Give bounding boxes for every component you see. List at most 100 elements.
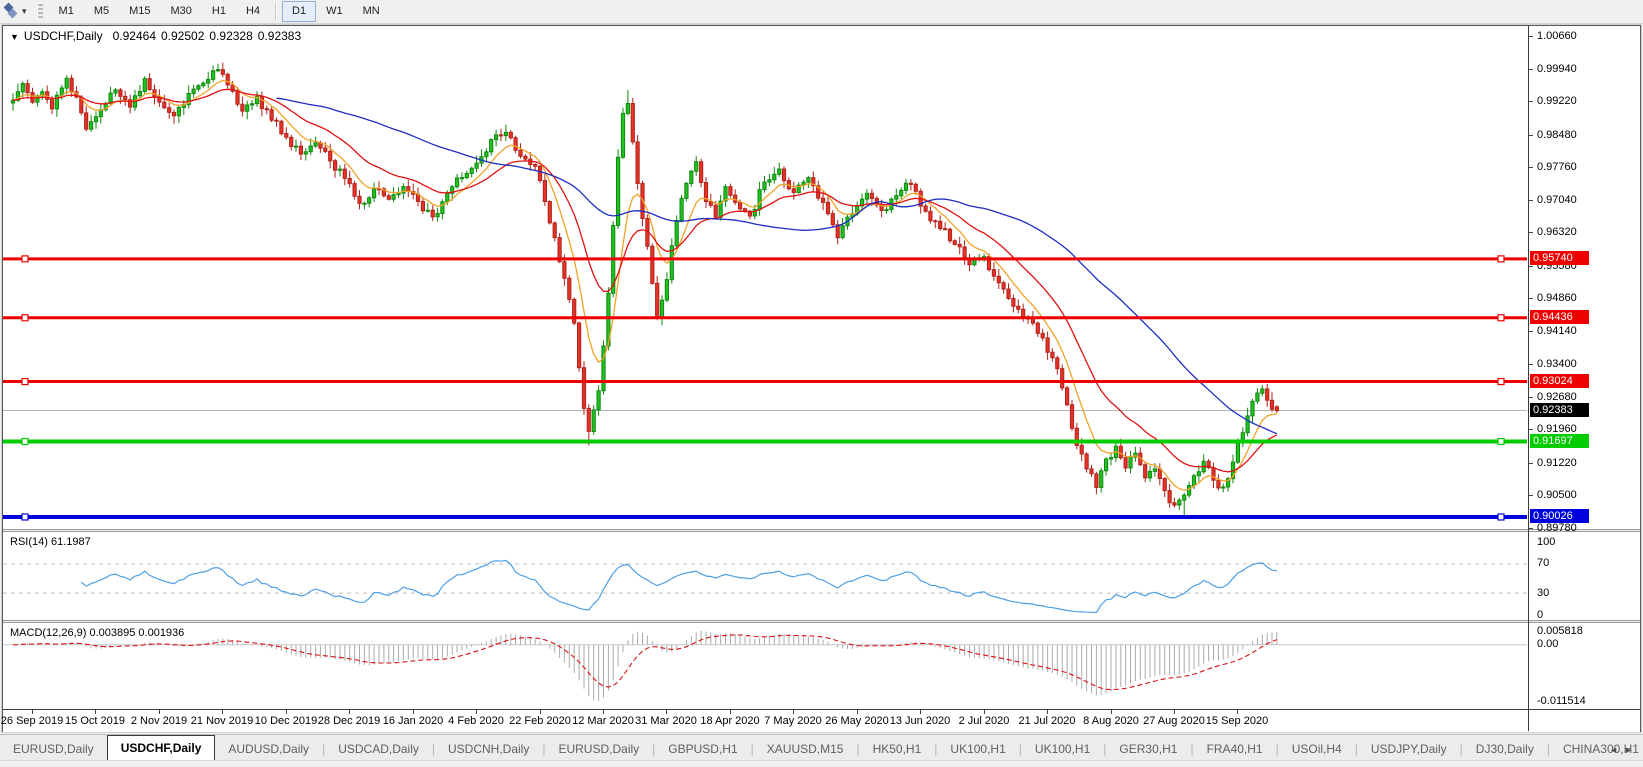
hline-0.95740[interactable]: [3, 256, 1527, 262]
timeframe-button-m5[interactable]: M5: [84, 1, 119, 22]
date-label: 21 Nov 2019: [191, 715, 253, 727]
price-tick-mark: [1529, 331, 1533, 332]
hline-0.91697[interactable]: [3, 439, 1527, 445]
date-label: 7 May 2020: [764, 715, 821, 727]
chart-tab-fra40-h1[interactable]: FRA40,H1: [1194, 737, 1276, 761]
hline-0.90026[interactable]: [3, 514, 1527, 520]
date-label: 31 Mar 2020: [635, 715, 697, 727]
tab-scroll-right-icon[interactable]: ►: [1624, 745, 1639, 755]
timeframe-button-h1[interactable]: H1: [202, 1, 236, 22]
collapse-icon[interactable]: ▼: [10, 32, 19, 42]
date-label: 12 Mar 2020: [572, 715, 634, 727]
chart-tab-usdchf-daily[interactable]: USDCHF,Daily: [107, 735, 216, 761]
macd-axis-label-top: 0.005818: [1537, 625, 1583, 637]
macd-axis-label-zero: 0.00: [1537, 638, 1558, 650]
price-tick-label: 0.99940: [1537, 63, 1577, 75]
tab-scroll-arrows[interactable]: ◄►: [1609, 745, 1639, 755]
chart-tab-eurusd-daily[interactable]: EURUSD,Daily: [545, 737, 652, 761]
toolbar-grip[interactable]: [37, 4, 43, 20]
date-tick-mark: [666, 710, 667, 714]
chart-tabbar: EURUSD,DailyUSDCHF,DailyAUDUSD,Daily|USD…: [0, 734, 1643, 761]
price-tick-mark: [1529, 101, 1533, 102]
date-tick-mark: [413, 710, 414, 714]
hline-anchor[interactable]: [22, 439, 28, 445]
timeframe-button-mn[interactable]: MN: [353, 1, 390, 22]
macd-chart-canvas[interactable]: [3, 623, 1527, 709]
price-tick-label: 0.90500: [1537, 489, 1577, 501]
hline-anchor[interactable]: [1498, 379, 1504, 385]
hline-anchor[interactable]: [22, 256, 28, 262]
rsi-pane: RSI(14) 61.1987: [3, 532, 1640, 620]
chart-tab-uk100-h1[interactable]: UK100,H1: [937, 737, 1018, 761]
hline-anchor[interactable]: [1498, 514, 1504, 520]
toolbar-dropdown-icon[interactable]: ▾: [22, 6, 27, 17]
date-tick-mark: [32, 710, 33, 714]
hline-anchor[interactable]: [1498, 439, 1504, 445]
macd-pane: MACD(12,26,9) 0.003895 0.001936: [3, 623, 1640, 709]
price-pane: ▼USDCHF,Daily0.924640.925020.923280.9238…: [3, 26, 1640, 529]
date-label: 22 Feb 2020: [509, 715, 571, 727]
date-tick-mark: [222, 710, 223, 714]
price-tick-mark: [1529, 266, 1533, 267]
time-axis[interactable]: 26 Sep 201915 Oct 20192 Nov 201921 Nov 2…: [3, 709, 1640, 732]
price-tag-0.91697: 0.91697: [1530, 434, 1589, 448]
price-chart-canvas[interactable]: [3, 26, 1527, 529]
ma-fast-line: [13, 81, 1277, 491]
hline-anchor[interactable]: [1498, 256, 1504, 262]
price-tick-label: 0.93400: [1537, 358, 1577, 370]
timeframe-button-w1[interactable]: W1: [316, 1, 353, 22]
toolbar-separator: [275, 3, 277, 20]
tab-scroll-left-icon[interactable]: ◄: [1609, 745, 1624, 755]
date-tick-mark: [857, 710, 858, 714]
chart-tab-audusd-daily[interactable]: AUDUSD,Daily: [215, 737, 322, 761]
chart-tab-usoil-h4[interactable]: USOil,H4: [1279, 737, 1355, 761]
bull-wicks: [13, 64, 1262, 519]
rsi-chart-canvas[interactable]: [3, 532, 1527, 620]
hline-0.93024[interactable]: [3, 379, 1527, 385]
periods-icon[interactable]: [3, 4, 21, 20]
status-bar: [0, 760, 1643, 767]
hline-anchor[interactable]: [22, 514, 28, 520]
date-label: 2 Jul 2020: [959, 715, 1010, 727]
date-tick-mark: [286, 710, 287, 714]
timeframe-button-d1[interactable]: D1: [282, 1, 316, 22]
chart-tab-dj30-daily[interactable]: DJ30,Daily: [1463, 737, 1547, 761]
price-tag-0.93024: 0.93024: [1530, 374, 1589, 388]
price-axis[interactable]: 1.006600.999400.992200.984800.977600.970…: [1528, 26, 1640, 731]
price-tick-label: 0.89780: [1537, 522, 1577, 534]
chart-tab-usdjpy-daily[interactable]: USDJPY,Daily: [1358, 737, 1460, 761]
chart-tab-eurusd-daily[interactable]: EURUSD,Daily: [0, 737, 107, 761]
chart-tab-xauusd-m15[interactable]: XAUUSD,M15: [754, 737, 857, 761]
date-tick-mark: [159, 710, 160, 714]
chart-tab-usdcnh-daily[interactable]: USDCNH,Daily: [435, 737, 542, 761]
chart-tab-gbpusd-h1[interactable]: GBPUSD,H1: [655, 737, 750, 761]
current-price-tag: 0.92383: [1530, 403, 1589, 417]
date-label: 18 Apr 2020: [700, 715, 759, 727]
date-tick-mark: [730, 710, 731, 714]
date-tick-mark: [1237, 710, 1238, 714]
timeframe-button-m1[interactable]: M1: [49, 1, 84, 22]
hline-anchor[interactable]: [1498, 315, 1504, 321]
hline-anchor[interactable]: [22, 379, 28, 385]
timeframe-button-m30[interactable]: M30: [161, 1, 202, 22]
price-tick-mark: [1529, 167, 1533, 168]
timeframe-button-m15[interactable]: M15: [119, 1, 160, 22]
price-tag-0.90026: 0.90026: [1530, 509, 1589, 523]
chart-tab-ger30-h1[interactable]: GER30,H1: [1106, 737, 1190, 761]
price-tick-label: 0.97760: [1537, 161, 1577, 173]
chart-tab-uk100-h1[interactable]: UK100,H1: [1022, 737, 1103, 761]
chart-tab-usdcad-daily[interactable]: USDCAD,Daily: [325, 737, 432, 761]
chart-title: ▼USDCHF,Daily0.924640.925020.923280.9238…: [10, 29, 306, 43]
date-tick-mark: [1047, 710, 1048, 714]
date-label: 27 Aug 2020: [1143, 715, 1205, 727]
hline-anchor[interactable]: [22, 315, 28, 321]
hline-0.94436[interactable]: [3, 315, 1527, 321]
timeframe-button-h4[interactable]: H4: [236, 1, 270, 22]
price-tick-label: 0.96320: [1537, 226, 1577, 238]
date-tick-mark: [1174, 710, 1175, 714]
price-tick-label: 0.97040: [1537, 194, 1577, 206]
price-tick-label: 1.00660: [1537, 30, 1577, 42]
chart-tab-hk50-h1[interactable]: HK50,H1: [860, 737, 935, 761]
date-tick-mark: [920, 710, 921, 714]
date-label: 2 Nov 2019: [131, 715, 187, 727]
